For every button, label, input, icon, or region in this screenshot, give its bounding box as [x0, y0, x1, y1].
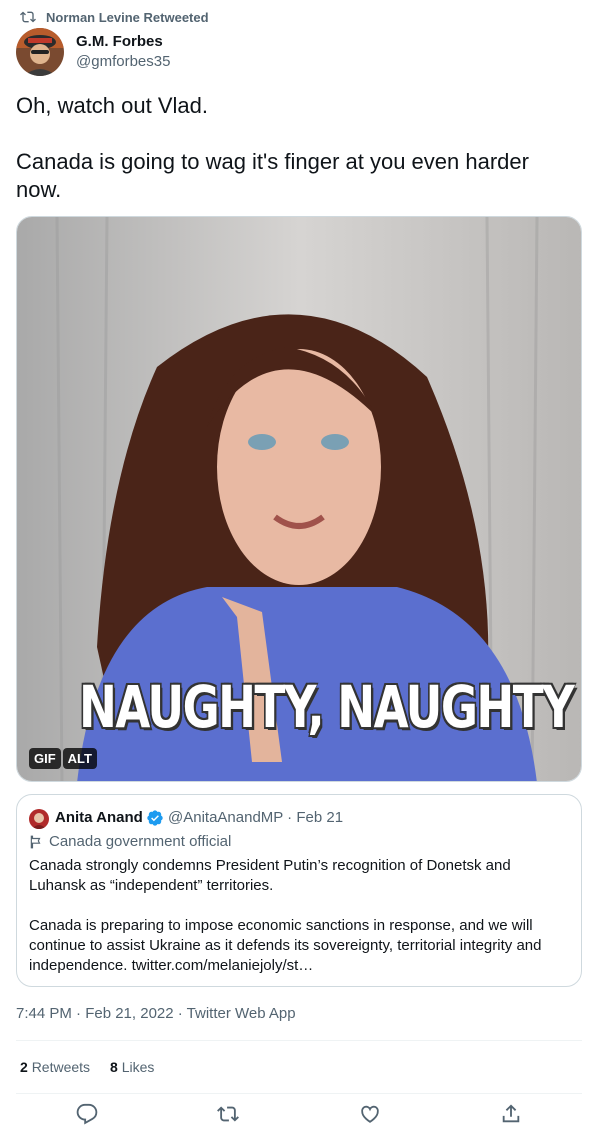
alt-badge[interactable]: ALT — [62, 748, 97, 769]
quoted-avatar — [29, 809, 49, 829]
divider — [16, 1040, 582, 1041]
likes-label: Likes — [121, 1059, 155, 1075]
media-badges: GIF ALT — [29, 748, 97, 769]
quoted-tweet[interactable]: Anita Anand @AnitaAnandMP · Feb 21 Canad… — [16, 794, 582, 987]
retweet-icon — [217, 1106, 240, 1122]
reply-icon — [76, 1103, 98, 1125]
verified-icon — [147, 810, 163, 826]
author-name[interactable]: G.M. Forbes — [76, 33, 163, 50]
like-icon — [360, 1105, 379, 1123]
action-bar — [16, 1102, 582, 1126]
engagement-stats: 2 Retweets 8 Likes — [20, 1059, 154, 1075]
share-button[interactable] — [499, 1102, 523, 1126]
likes-stat[interactable]: 8 Likes — [110, 1059, 154, 1075]
retweet-icon — [20, 11, 36, 23]
author-handle[interactable]: @gmforbes35 — [76, 53, 170, 70]
retweets-label: Retweets — [31, 1059, 91, 1075]
gif-caption: NAUGHTY, NAUGHTY — [79, 673, 575, 741]
government-label[interactable]: Canada government official — [29, 833, 231, 850]
retweet-button[interactable] — [216, 1102, 240, 1126]
share-icon — [503, 1104, 520, 1123]
retweet-banner-text: Norman Levine Retweeted — [46, 9, 209, 25]
tweet-gif[interactable]: NAUGHTY, NAUGHTY GIF ALT — [16, 216, 582, 782]
author-avatar[interactable] — [16, 28, 64, 76]
likes-count: 8 — [110, 1059, 118, 1075]
divider — [16, 1093, 582, 1094]
tweet-timestamp[interactable]: 7:44 PM · Feb 21, 2022 · Twitter Web App — [16, 1005, 296, 1022]
quoted-handle-date: @AnitaAnandMP · Feb 21 — [168, 809, 344, 826]
quoted-author-name: Anita Anand — [55, 809, 143, 826]
retweet-banner[interactable]: Norman Levine Retweeted — [20, 8, 209, 26]
like-button[interactable] — [358, 1102, 382, 1126]
retweets-stat[interactable]: 2 Retweets — [20, 1059, 90, 1075]
gif-badge: GIF — [29, 748, 61, 769]
retweets-count: 2 — [20, 1059, 28, 1075]
reply-button[interactable] — [75, 1102, 99, 1126]
tweet-text: Oh, watch out Vlad. Canada is going to w… — [16, 93, 529, 202]
flag-icon — [30, 835, 41, 848]
quoted-tweet-text: Canada strongly condemns President Putin… — [29, 857, 542, 974]
government-label-text: Canada government official — [49, 833, 232, 850]
